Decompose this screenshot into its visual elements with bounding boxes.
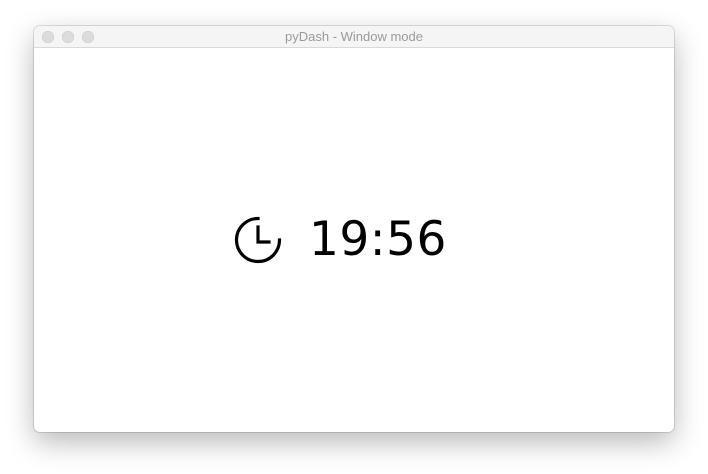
window-title: pyDash - Window mode [285, 29, 423, 44]
clock-icon [234, 216, 282, 264]
app-window: pyDash - Window mode 19:56 [34, 26, 674, 432]
dashboard-content: 19:56 [34, 48, 674, 432]
clock-widget: 19:56 [233, 215, 447, 265]
title-bar[interactable]: pyDash - Window mode [34, 26, 674, 48]
time-display: 19:56 [309, 212, 447, 267]
